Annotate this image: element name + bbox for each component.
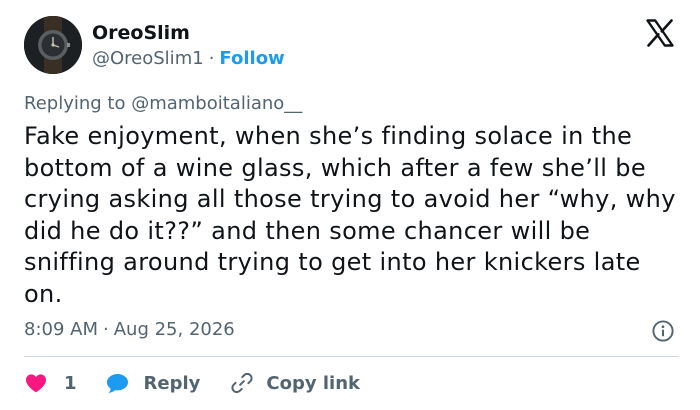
replying-to-mention[interactable]: @mamboitaliano__ xyxy=(131,93,302,114)
tweet-time: 8:09 AM xyxy=(24,319,98,340)
replying-to: Replying to @mamboitaliano__ xyxy=(24,93,302,115)
action-bar: 1 Reply Copy link xyxy=(24,368,360,398)
author-handle[interactable]: @OreoSlim1 xyxy=(92,48,204,69)
like-count: 1 xyxy=(64,372,77,394)
replying-to-prefix: Replying to xyxy=(24,93,132,114)
author-handle-row: @OreoSlim1 · Follow xyxy=(92,48,285,70)
avatar-watch-image xyxy=(24,16,82,74)
link-icon xyxy=(230,371,254,395)
author-display-name[interactable]: OreoSlim xyxy=(92,22,190,44)
copy-link-button[interactable]: Copy link xyxy=(230,371,360,395)
timestamp-separator: · xyxy=(103,319,109,340)
handle-separator: · xyxy=(208,48,215,69)
reply-label: Reply xyxy=(143,372,201,394)
heart-icon xyxy=(24,371,48,395)
reply-button[interactable]: Reply xyxy=(105,371,201,395)
tweet-timestamp[interactable]: 8:09 AM · Aug 25, 2026 xyxy=(24,319,235,341)
follow-button[interactable]: Follow xyxy=(219,48,284,69)
copy-link-label: Copy link xyxy=(266,372,360,394)
speech-bubble-icon xyxy=(105,371,130,395)
avatar[interactable] xyxy=(24,16,82,74)
info-icon[interactable] xyxy=(651,319,675,343)
tweet-text: Fake enjoyment, when she’s finding solac… xyxy=(24,122,676,308)
tweet-card: OreoSlim @OreoSlim1 · Follow Replying to @… xyxy=(0,0,700,410)
like-button[interactable]: 1 xyxy=(24,371,77,395)
x-logo-icon[interactable] xyxy=(645,18,675,48)
tweet-date: Aug 25, 2026 xyxy=(113,319,235,340)
divider xyxy=(24,356,679,357)
